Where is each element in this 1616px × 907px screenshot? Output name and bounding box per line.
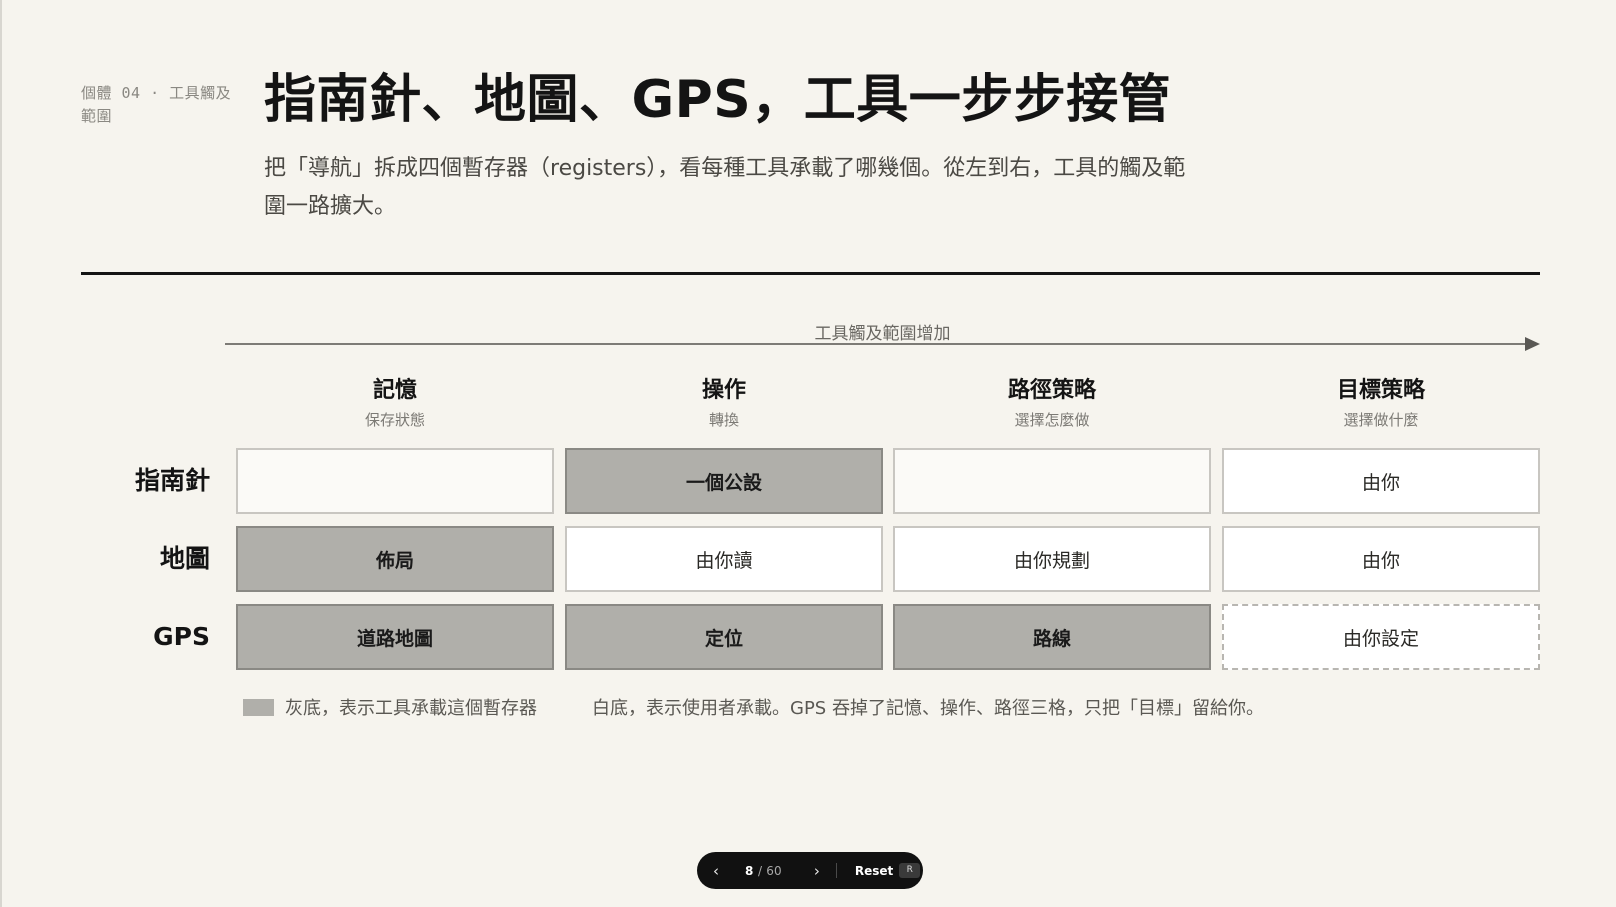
cell-compass-1 [236,448,554,514]
page-total: / 60 [757,863,782,878]
reset-button[interactable]: Reset [855,864,893,878]
column-header-operation: 操作 轉換 [565,376,883,432]
chevron-right-icon[interactable]: › [810,862,824,880]
row-label-compass: 指南針 [134,466,210,495]
column-name: 目標策略 [1336,378,1425,403]
page-subtitle: 把「導航」拆成四個暫存器（registers），看每種工具承載了哪幾個。從左到右… [264,156,1186,219]
cell-map-4: 由你 [1222,526,1540,592]
axis-line [225,343,1527,345]
column-name: 記憶 [372,378,417,403]
column-sub: 選擇做什麼 [1343,411,1419,429]
column-sub: 選擇怎麼做 [1014,411,1090,429]
pager-divider [835,863,837,878]
header-divider [81,272,1540,275]
page-counter: 8 / 60 [745,864,782,878]
legend-user-label: 白底，表示使用者承載。GPS 吞掉了記憶、操作、路徑三格，只把「目標」留給你。 [592,698,1264,719]
column-header-goal-strategy: 目標策略 選擇做什麼 [1222,376,1540,432]
cell-gps-4: 由你設定 [1222,604,1540,670]
legend-swatch [243,698,274,716]
row-label-map: 地圖 [159,544,210,573]
cell-map-2: 由你讀 [565,526,883,592]
column-sub: 轉換 [708,411,739,429]
section-eyebrow: 個體 04 · 工具觸及範圍 [81,84,232,125]
page-edge [0,0,2,907]
cell-gps-1: 道路地圖 [236,604,554,670]
axis-label: 工具觸及範圍增加 [814,324,951,344]
column-sub: 保存狀態 [364,411,425,429]
column-header-memory: 記憶 保存狀態 [236,376,554,432]
slide-pager: ‹ 8 / 60 › Reset R [697,852,923,889]
cell-gps-2: 定位 [565,604,883,670]
reset-shortcut-key: R [899,863,921,878]
legend-tool-label: 灰底，表示工具承載這個暫存器 [285,698,537,719]
column-header-route-strategy: 路徑策略 選擇怎麼做 [893,376,1211,432]
column-name: 路徑策略 [1007,378,1096,403]
cell-map-1: 佈局 [236,526,554,592]
page-current: 8 [745,863,754,878]
cell-map-3: 由你規劃 [893,526,1211,592]
column-name: 操作 [701,378,746,403]
cell-compass-2: 一個公設 [565,448,883,514]
chevron-left-icon[interactable]: ‹ [709,862,723,880]
legend: 灰底，表示工具承載這個暫存器 白底，表示使用者承載。GPS 吞掉了記憶、操作、路… [243,694,1264,720]
row-label-gps: GPS [153,622,210,651]
axis-arrow-icon [1525,337,1540,351]
cell-gps-3: 路線 [893,604,1211,670]
cell-compass-3 [893,448,1211,514]
cell-compass-4: 由你 [1222,448,1540,514]
page-title: 指南針、地圖、GPS，工具一步步接管 [264,70,1172,130]
